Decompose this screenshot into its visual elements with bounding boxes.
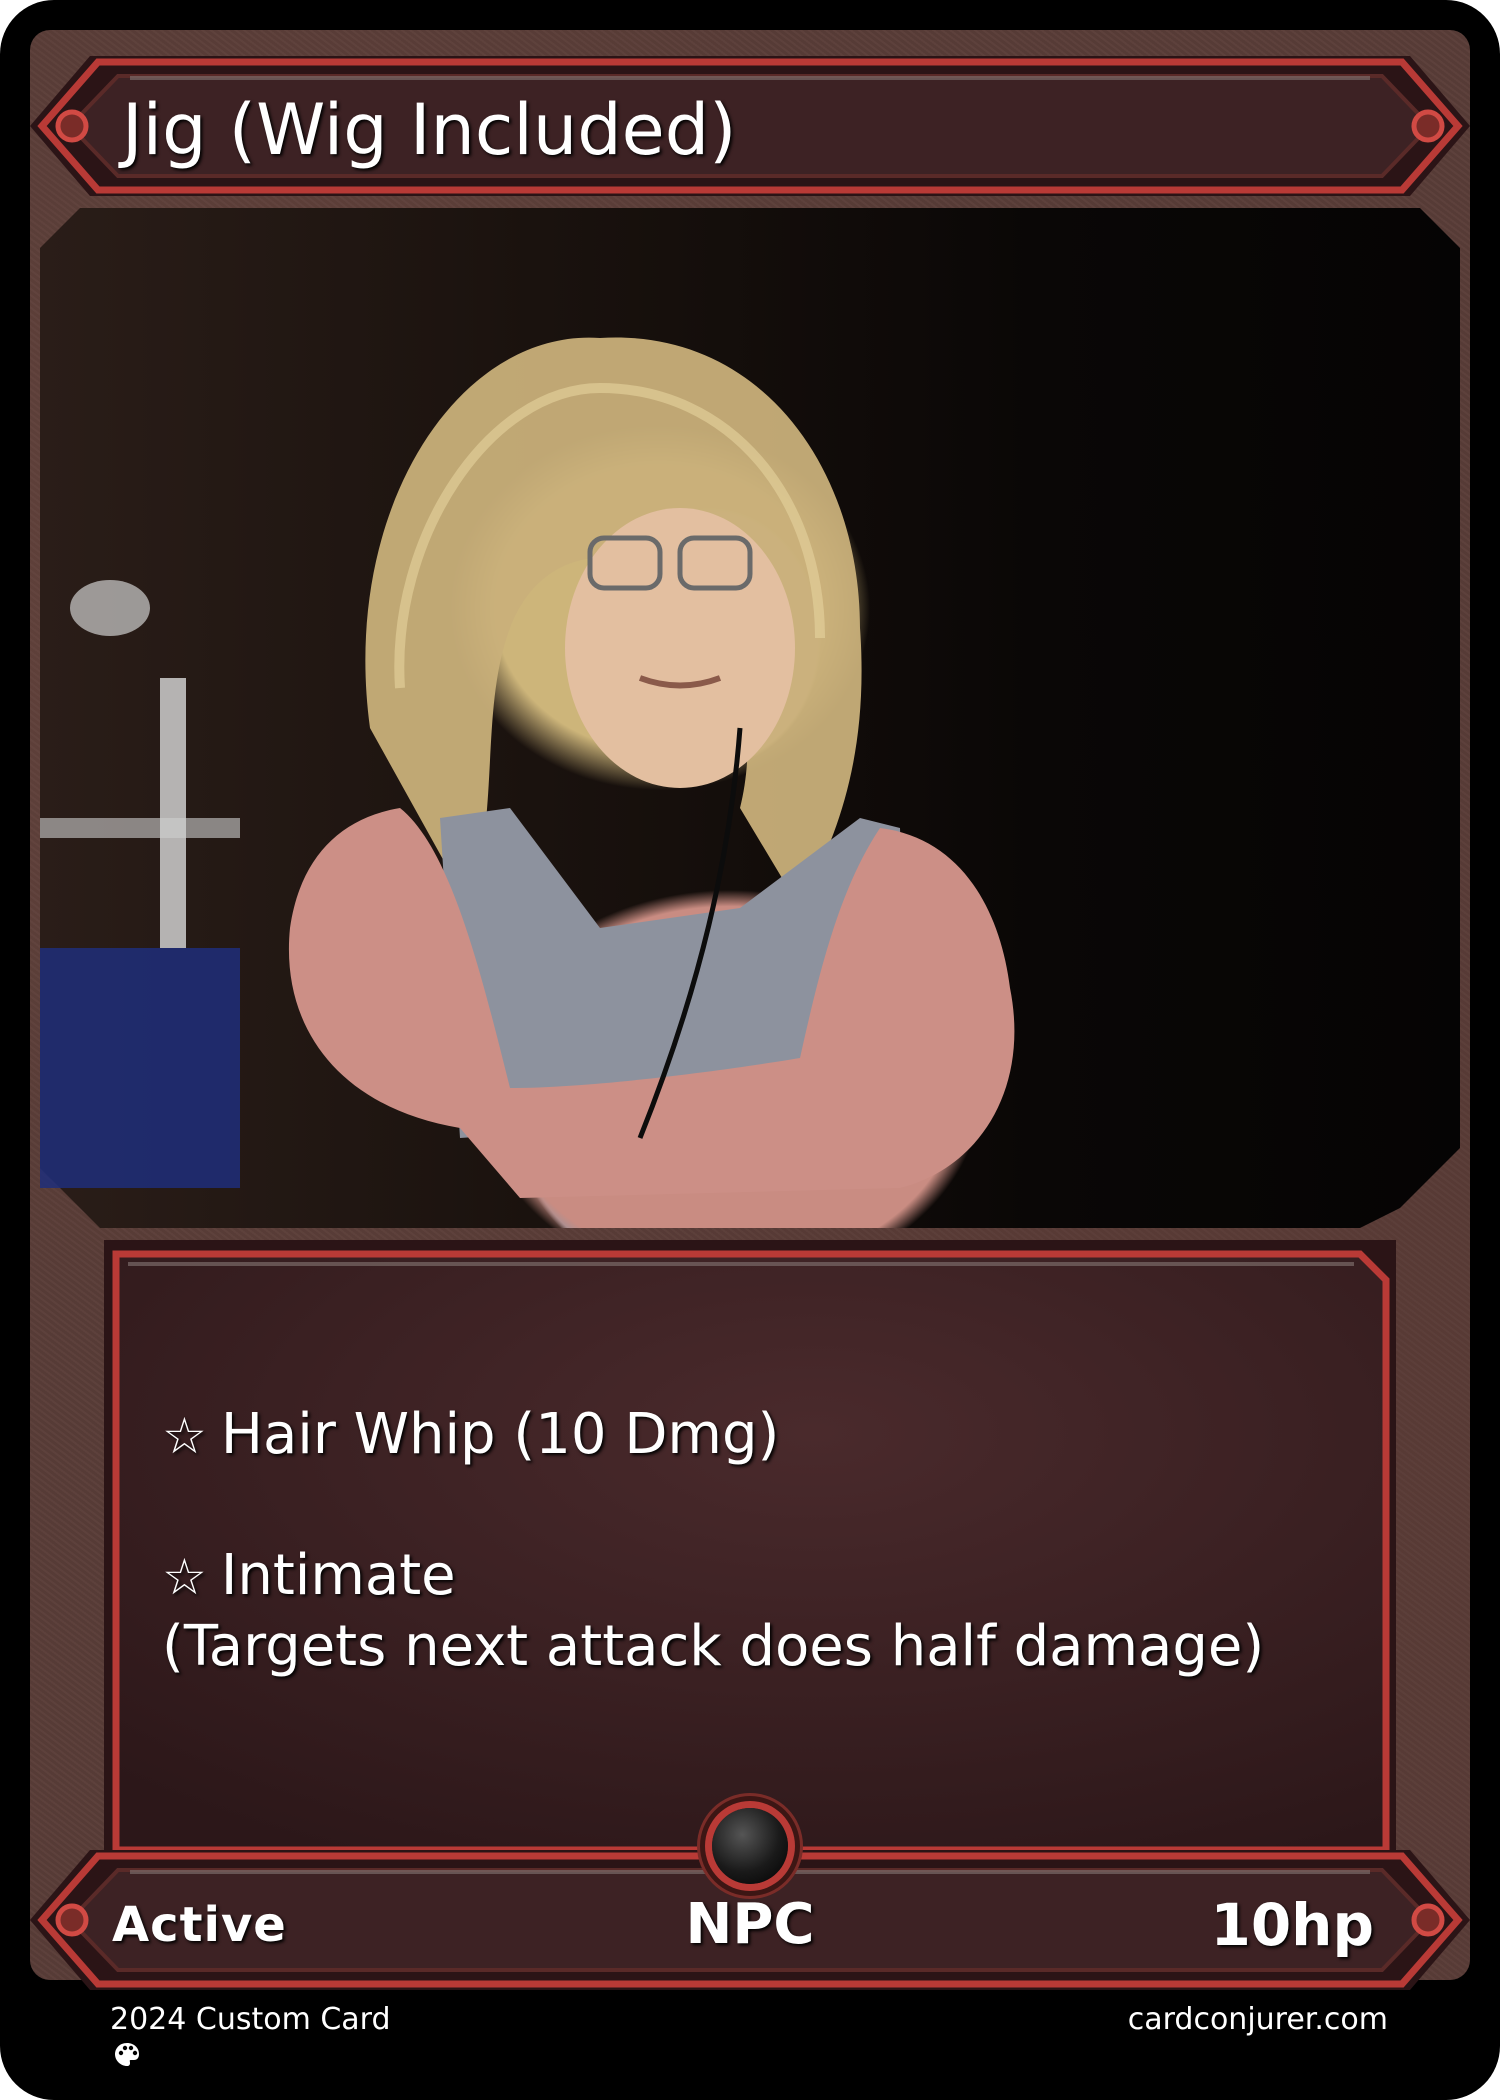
ability-hair-whip: ☆ Hair Whip (10 Dmg)	[162, 1400, 1362, 1471]
ability-text: Hair Whip (10 Dmg)	[220, 1402, 780, 1467]
card-type: NPC	[685, 1892, 815, 1957]
site-credit: cardconjurer.com	[1127, 2002, 1388, 2037]
copyright-text: 2024 Custom Card	[110, 2002, 391, 2037]
ability-note: (Targets next attack does half damage)	[162, 1614, 1265, 1679]
star-icon: ☆	[162, 1407, 207, 1465]
ability-intimate: ☆ Intimate	[162, 1541, 1362, 1612]
center-gem-icon	[712, 1808, 788, 1884]
card-status: Active	[112, 1897, 287, 1953]
rules-text: ☆ Hair Whip (10 Dmg) ☆ Intimate (Targets n…	[162, 1400, 1362, 1682]
star-icon: ☆	[162, 1548, 207, 1606]
card-hp: 10hp	[1210, 1891, 1374, 1959]
palette-icon	[115, 2043, 139, 2066]
ability-text: Intimate	[220, 1543, 456, 1608]
card-name: Jig (Wig Included)	[122, 89, 737, 171]
card: Jig (Wig Included) ☆ Hair Whip (10 Dmg) ☆…	[0, 0, 1500, 2100]
card-art-details	[40, 337, 1015, 1198]
